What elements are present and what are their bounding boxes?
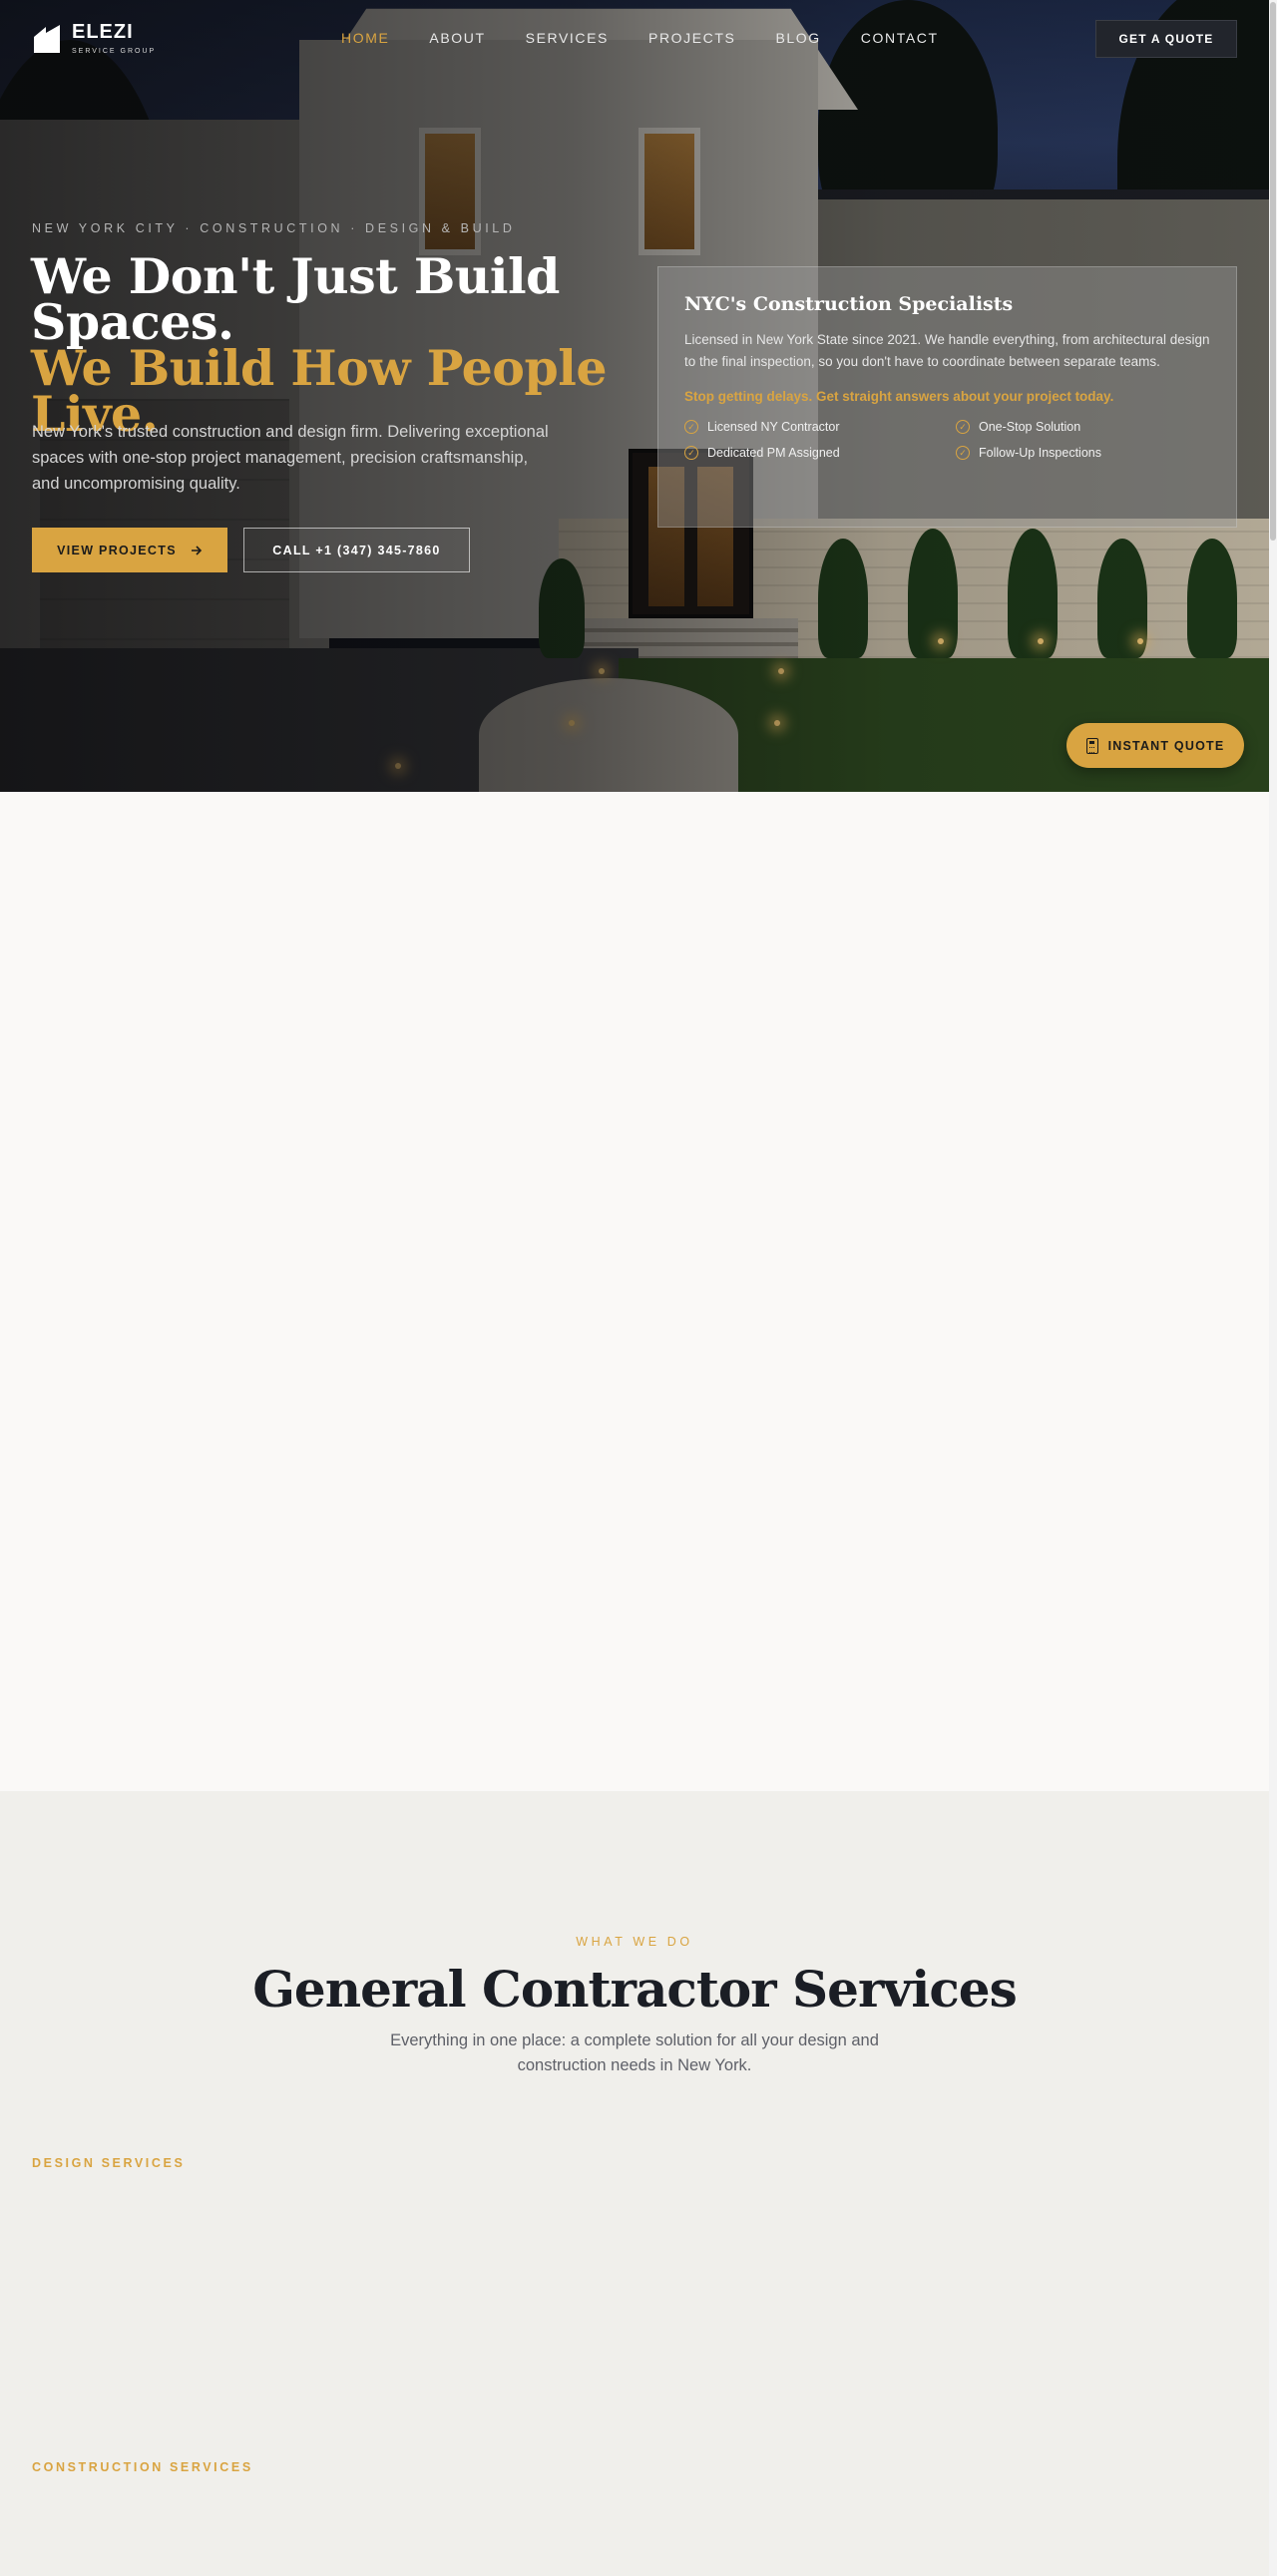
check-item: ✓ Dedicated PM Assigned [684, 446, 956, 460]
services-description: Everything in one place: a complete solu… [390, 2031, 879, 2074]
specialists-card: NYC's Construction Specialists Licensed … [657, 266, 1237, 528]
scrollbar-thumb[interactable] [1270, 2, 1276, 541]
instant-quote-button[interactable]: INSTANT QUOTE [1066, 723, 1244, 768]
check-circle-icon: ✓ [684, 420, 698, 434]
services-title: General Contractor Services [252, 1960, 1018, 2019]
nav-blog[interactable]: BLOG [775, 30, 820, 46]
instant-quote-label: INSTANT QUOTE [1107, 738, 1225, 753]
design-services-heading: DESIGN SERVICES [32, 2156, 186, 2170]
call-phone-button[interactable]: CALL +1 (347) 345-7860 [243, 528, 470, 572]
nav-contact[interactable]: CONTACT [861, 30, 939, 46]
view-projects-button[interactable]: VIEW PROJECTS [32, 528, 227, 572]
empty-section [0, 792, 1269, 1791]
brand-logo[interactable]: ELEZI SERVICE GROUP [32, 22, 156, 55]
check-item: ✓ Follow-Up Inspections [956, 446, 1205, 460]
arrow-right-icon [191, 545, 202, 555]
services-eyebrow: WHAT WE DO [576, 1935, 693, 1949]
brand-name: ELEZI [72, 21, 134, 43]
card-text: Licensed in New York State since 2021. W… [684, 332, 1210, 369]
main-nav: HOME ABOUT SERVICES PROJECTS BLOG CONTAC… [341, 30, 939, 46]
nav-projects[interactable]: PROJECTS [648, 30, 735, 46]
hero-eyebrow: NEW YORK CITY · CONSTRUCTION · DESIGN & … [32, 221, 516, 235]
hero-description: New York's trusted construction and desi… [32, 423, 549, 493]
feature-checklist: ✓ Licensed NY Contractor ✓ One-Stop Solu… [684, 420, 1210, 460]
building-logo-icon [34, 24, 60, 53]
check-item: ✓ Licensed NY Contractor [684, 420, 956, 434]
construction-services-heading: CONSTRUCTION SERVICES [32, 2460, 253, 2474]
card-title: NYC's Construction Specialists [684, 293, 1014, 315]
nav-services[interactable]: SERVICES [526, 30, 609, 46]
hero-title: We Don't Just Build Spaces. We Build How… [31, 252, 669, 439]
nav-about[interactable]: ABOUT [429, 30, 485, 46]
card-cta-text: Stop getting delays. Get straight answer… [684, 389, 1114, 404]
nav-home[interactable]: HOME [341, 30, 389, 46]
get-quote-button[interactable]: GET A QUOTE [1095, 20, 1237, 58]
view-projects-label: VIEW PROJECTS [57, 543, 177, 557]
calculator-icon [1085, 737, 1098, 754]
check-circle-icon: ✓ [684, 446, 698, 460]
check-item: ✓ One-Stop Solution [956, 420, 1205, 434]
check-circle-icon: ✓ [956, 446, 970, 460]
services-section [0, 1791, 1269, 2576]
brand-tagline: SERVICE GROUP [72, 48, 157, 55]
check-circle-icon: ✓ [956, 420, 970, 434]
